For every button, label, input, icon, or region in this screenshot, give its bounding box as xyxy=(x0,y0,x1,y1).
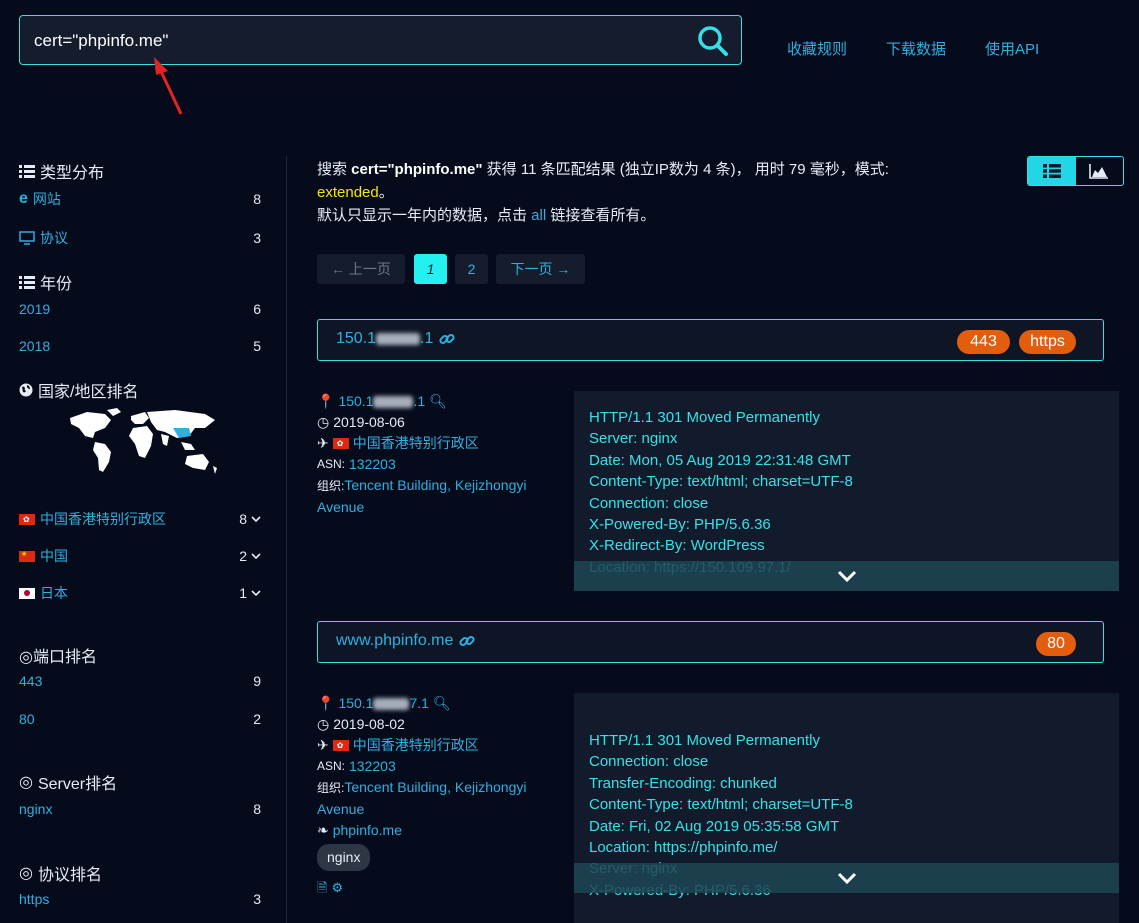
hk-flag-icon xyxy=(332,438,349,449)
jp-flag-icon xyxy=(19,587,35,599)
world-map xyxy=(70,408,217,474)
map-marker-icon: 📍 xyxy=(317,393,335,409)
sidebar-item-protocol[interactable]: 协议 3 xyxy=(19,228,261,248)
year-title: 年份 xyxy=(19,270,72,294)
target-icon: ◎ xyxy=(19,865,33,882)
view-toggle xyxy=(1027,156,1124,186)
result-meta-2: 📍 150.17.1 🔍︎ ◷2019-08-02 ✈中国香港特别行政区 ASN… xyxy=(317,693,557,898)
search-box xyxy=(19,15,742,65)
banner-box-1: HTTP/1.1 301 Moved Permanently Server: n… xyxy=(574,391,1119,591)
result-header-1: 150.1.1 443 https xyxy=(317,319,1104,361)
port-badge[interactable]: 80 xyxy=(1036,632,1076,656)
monitor-icon xyxy=(19,231,35,245)
port-badge[interactable]: 443 xyxy=(957,330,1010,354)
sidebar-item-nginx[interactable]: nginx 8 xyxy=(19,801,261,817)
list-icon xyxy=(19,164,35,178)
leaf-icon: ❧ xyxy=(317,822,329,838)
sidebar-item-hk[interactable]: 中国香港特别行政区 8 xyxy=(19,509,261,529)
search-icon[interactable]: 🔍︎ xyxy=(429,391,447,412)
country-title: 国家/地区排名 xyxy=(19,378,138,402)
expand-banner-button[interactable] xyxy=(574,561,1119,591)
banner-text: HTTP/1.1 301 Moved Permanently Server: n… xyxy=(589,409,853,576)
result-host-link[interactable]: www.phpinfo.me xyxy=(336,632,475,650)
asn-link[interactable]: 132203 xyxy=(349,454,396,475)
link-icon xyxy=(439,333,455,345)
domain-link[interactable]: phpinfo.me xyxy=(333,820,402,841)
target-icon: ◎ xyxy=(19,774,33,791)
hk-flag-icon xyxy=(332,740,349,751)
result-meta-1: 📍 150.1.1 🔍︎ ◷2019-08-06 ✈中国香港特别行政区 ASN:… xyxy=(317,391,557,518)
type-dist-title: 类型分布 xyxy=(19,159,104,183)
plane-icon: ✈ xyxy=(317,737,329,753)
sidebar-item-2018[interactable]: 2018 5 xyxy=(19,338,261,354)
page-2-button[interactable]: 2 xyxy=(455,254,488,284)
asn-link[interactable]: 132203 xyxy=(349,756,396,777)
prev-page-button[interactable]: ← 上一页 xyxy=(317,254,405,284)
result-header-2: www.phpinfo.me 80 xyxy=(317,621,1104,663)
cn-flag-icon xyxy=(19,550,35,562)
clock-icon: ◷ xyxy=(317,414,330,430)
api-link[interactable]: 使用API xyxy=(985,38,1039,59)
map-marker-icon: 📍 xyxy=(317,695,335,711)
page-1-button[interactable]: 1 xyxy=(414,254,447,284)
chevron-down-icon[interactable] xyxy=(251,589,261,597)
server-title: ◎ Server排名 xyxy=(19,774,118,793)
search-icon xyxy=(698,26,728,56)
search-button[interactable] xyxy=(695,23,731,59)
favorites-link[interactable]: 收藏规则 xyxy=(787,38,847,59)
globe-icon xyxy=(19,383,33,397)
sidebar-item-jp[interactable]: 日本 1 xyxy=(19,583,261,603)
redacted-ip xyxy=(376,332,421,345)
server-tag[interactable]: nginx xyxy=(317,844,371,871)
document-icon[interactable]: 🗎 xyxy=(317,877,327,898)
sidebar-item-2019[interactable]: 2019 6 xyxy=(19,301,261,317)
search-icon[interactable]: 🔍︎ xyxy=(433,693,451,714)
location-link[interactable]: 中国香港特别行政区 xyxy=(353,433,479,454)
gears-icon[interactable]: ⚙ xyxy=(331,877,343,898)
result-host-link[interactable]: 150.1.1 xyxy=(336,330,455,348)
download-link[interactable]: 下载数据 xyxy=(886,38,946,59)
browser-e-icon: e xyxy=(19,190,28,207)
sidebar-divider xyxy=(286,156,287,923)
list-icon xyxy=(1042,164,1061,178)
sidebar-item-website[interactable]: e 网站 8 xyxy=(19,189,261,209)
chevron-down-icon xyxy=(837,570,856,582)
hk-flag-icon xyxy=(19,513,35,525)
org-link[interactable]: Tencent Building, Kejizhongyi Avenue xyxy=(317,477,526,515)
search-input[interactable] xyxy=(34,28,674,54)
chevron-down-icon[interactable] xyxy=(251,552,261,560)
org-link[interactable]: Tencent Building, Kejizhongyi Avenue xyxy=(317,779,526,817)
link-icon xyxy=(459,635,475,647)
annotation-arrow xyxy=(154,57,183,115)
all-link[interactable]: all xyxy=(531,207,546,224)
chevron-down-icon[interactable] xyxy=(251,515,261,523)
sidebar-item-80[interactable]: 80 2 xyxy=(19,711,261,727)
clock-icon: ◷ xyxy=(317,716,330,732)
sidebar-item-cn[interactable]: 中国 2 xyxy=(19,546,261,566)
location-link[interactable]: 中国香港特别行政区 xyxy=(353,735,479,756)
ip-link[interactable]: 150.1.1 xyxy=(338,391,425,412)
area-chart-icon xyxy=(1089,164,1109,179)
protocol-badge[interactable]: https xyxy=(1019,330,1076,354)
expand-banner-button[interactable] xyxy=(574,863,1119,893)
plane-icon: ✈ xyxy=(317,435,329,451)
list-view-button[interactable] xyxy=(1028,157,1076,185)
sidebar-item-443[interactable]: 443 9 xyxy=(19,673,261,689)
banner-box-2: HTTP/1.1 301 Moved Permanently Connectio… xyxy=(574,693,1119,923)
next-page-button[interactable]: 下一页 → xyxy=(496,254,585,284)
chevron-down-icon xyxy=(837,872,856,884)
sidebar-item-https[interactable]: https 3 xyxy=(19,891,261,907)
result-summary: 搜索 cert="phpinfo.me" 获得 11 条匹配结果 (独立IP数为… xyxy=(317,161,889,224)
port-title: ◎端口排名 xyxy=(19,649,97,666)
list-icon xyxy=(19,275,35,289)
ip-link[interactable]: 150.1 7.1 xyxy=(338,693,429,714)
chart-view-button[interactable] xyxy=(1076,157,1124,185)
protocol-title: ◎ 协议排名 xyxy=(19,865,102,884)
